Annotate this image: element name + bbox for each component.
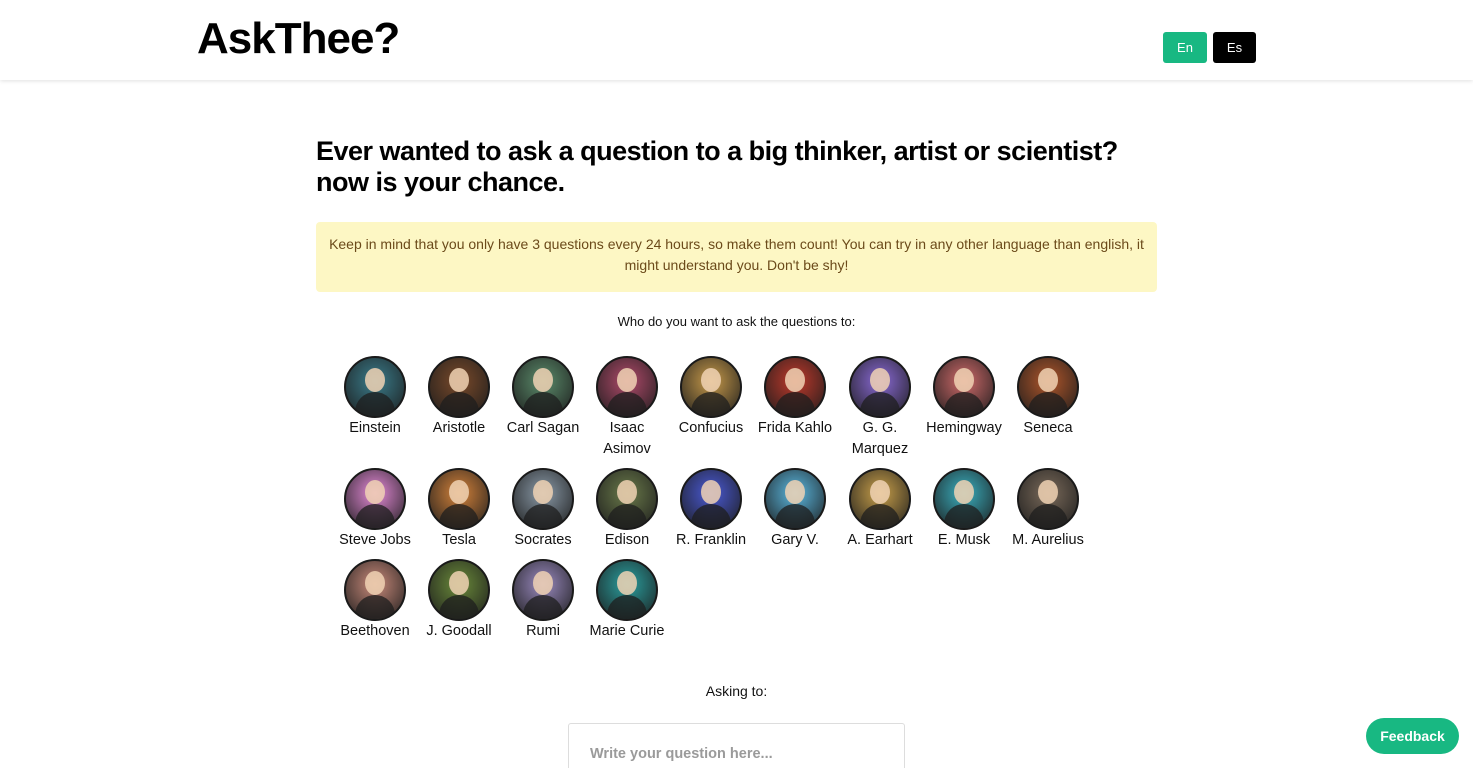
person-name: Edison — [604, 532, 650, 548]
person-name: Isaac Asimov — [603, 420, 651, 457]
person-name: E. Musk — [937, 532, 991, 548]
person-avatar — [428, 559, 490, 621]
top-header: AskThee? En Es — [0, 0, 1473, 80]
person-option[interactable]: Steve Jobs — [333, 468, 417, 551]
person-avatar — [596, 356, 658, 418]
person-option[interactable]: Carl Sagan — [501, 356, 585, 439]
person-grid: Einstein Aristotle Carl Sagan Isaac Asimov C… — [0, 0, 1473, 768]
person-option[interactable]: M. Aurelius — [1006, 468, 1090, 551]
person-avatar — [344, 356, 406, 418]
person-avatar — [933, 356, 995, 418]
person-name: Frida Kahlo — [757, 420, 833, 436]
person-name: J. Goodall — [426, 623, 492, 639]
person-option[interactable]: Frida Kahlo — [753, 356, 837, 439]
person-avatar — [512, 559, 574, 621]
person-name: Seneca — [1023, 420, 1073, 436]
person-name: Gary V. — [771, 532, 819, 548]
person-option[interactable]: Hemingway — [922, 356, 1006, 439]
person-option[interactable]: R. Franklin — [669, 468, 753, 551]
person-avatar — [344, 468, 406, 530]
asking-to-label: Asking to: — [705, 683, 768, 699]
person-avatar — [1017, 356, 1079, 418]
person-name: Rumi — [526, 623, 560, 639]
person-option[interactable]: G. G. Marquez — [838, 356, 922, 460]
person-avatar — [680, 356, 742, 418]
person-option[interactable]: Aristotle — [417, 356, 501, 439]
feedback-button[interactable]: Feedback — [1366, 718, 1459, 754]
person-option[interactable]: Beethoven — [333, 559, 417, 642]
person-name: M. Aurelius — [1012, 532, 1084, 548]
person-name: G. G. Marquez — [851, 420, 909, 457]
person-avatar — [764, 468, 826, 530]
person-name: R. Franklin — [675, 532, 747, 548]
person-name: Tesla — [442, 532, 476, 548]
person-avatar — [512, 356, 574, 418]
person-avatar — [849, 468, 911, 530]
person-option[interactable]: Rumi — [501, 559, 585, 642]
person-option[interactable]: J. Goodall — [417, 559, 501, 642]
language-es-button[interactable]: Es — [1213, 32, 1256, 63]
person-name: Carl Sagan — [506, 420, 580, 436]
person-name: Aristotle — [432, 420, 486, 436]
person-name: Steve Jobs — [339, 532, 411, 548]
person-option[interactable]: Tesla — [417, 468, 501, 551]
person-option[interactable]: Seneca — [1006, 356, 1090, 439]
page-headline: Ever wanted to ask a question to a big t… — [316, 136, 1118, 197]
person-option[interactable]: Edison — [585, 468, 669, 551]
person-option[interactable]: Marie Curie — [585, 559, 669, 642]
person-name: Socrates — [514, 532, 572, 548]
language-en-button[interactable]: En — [1163, 32, 1207, 63]
person-name: Hemingway — [926, 420, 1002, 436]
person-option[interactable]: Gary V. — [753, 468, 837, 551]
person-option[interactable]: A. Earhart — [838, 468, 922, 551]
person-avatar — [933, 468, 995, 530]
person-avatar — [596, 559, 658, 621]
person-name: Confucius — [678, 420, 744, 436]
person-avatar — [849, 356, 911, 418]
app-logo[interactable]: AskThee? — [197, 14, 400, 64]
person-name: Marie Curie — [589, 623, 665, 639]
person-avatar — [680, 468, 742, 530]
person-option[interactable]: Einstein — [333, 356, 417, 439]
person-avatar — [764, 356, 826, 418]
person-avatar — [344, 559, 406, 621]
person-name: A. Earhart — [847, 532, 913, 548]
person-select-label: Who do you want to ask the questions to: — [617, 314, 856, 329]
question-limit-notice: Keep in mind that you only have 3 questi… — [316, 222, 1157, 292]
person-option[interactable]: E. Musk — [922, 468, 1006, 551]
person-avatar — [512, 468, 574, 530]
person-name: Einstein — [349, 420, 401, 436]
person-avatar — [596, 468, 658, 530]
person-option[interactable]: Confucius — [669, 356, 753, 439]
question-input[interactable] — [568, 723, 905, 768]
person-name: Beethoven — [340, 623, 410, 639]
person-option[interactable]: Socrates — [501, 468, 585, 551]
person-avatar — [428, 356, 490, 418]
person-avatar — [428, 468, 490, 530]
person-avatar — [1017, 468, 1079, 530]
person-option[interactable]: Isaac Asimov — [585, 356, 669, 460]
